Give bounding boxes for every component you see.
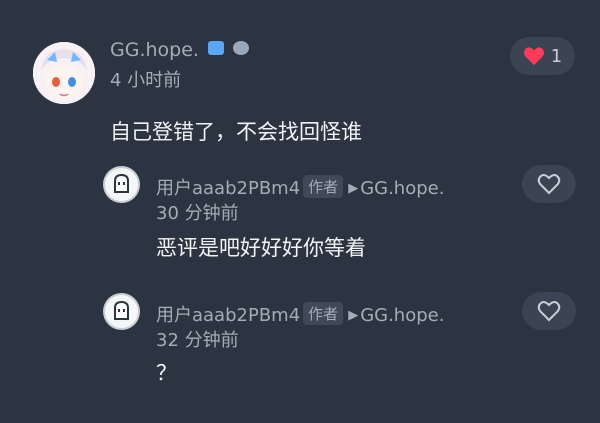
- reply-content: ？: [156, 361, 177, 385]
- comment-content: 自己登错了，不会找回怪谁: [110, 120, 362, 144]
- commenter-username-row[interactable]: GG.hope.: [110, 39, 250, 61]
- reply-time: 32 分钟前: [156, 330, 239, 351]
- reply-like-button[interactable]: [522, 165, 576, 203]
- reply-arrow-icon: ▶: [348, 181, 359, 196]
- like-button[interactable]: 1: [510, 37, 575, 75]
- author-tag: 作者: [303, 302, 344, 325]
- reply-header: 用户aaab2PBm4 作者 ▶ GG.hope.: [156, 301, 444, 327]
- heart-outline-icon: [537, 174, 561, 195]
- like-count: 1: [550, 45, 563, 67]
- heart-filled-icon: [523, 47, 544, 66]
- reply-avatar[interactable]: [105, 168, 138, 201]
- reply-username[interactable]: 用户aaab2PBm4: [156, 178, 300, 199]
- reply-username[interactable]: 用户aaab2PBm4: [156, 305, 300, 326]
- reply-header: 用户aaab2PBm4 作者 ▶ GG.hope.: [156, 174, 444, 200]
- reply-arrow-icon: ▶: [348, 308, 359, 323]
- heart-outline-icon: [537, 301, 561, 322]
- commenter-username[interactable]: GG.hope.: [110, 39, 199, 61]
- level-badge-icon: [233, 41, 250, 55]
- game-badge-icon: [208, 41, 224, 55]
- reply-to-username[interactable]: GG.hope.: [360, 178, 444, 199]
- reply-time: 30 分钟前: [156, 203, 239, 224]
- reply-content: 恶评是吧好好好你等着: [156, 236, 366, 260]
- author-tag: 作者: [303, 175, 344, 198]
- reply-like-button[interactable]: [522, 292, 576, 330]
- reply-to-username[interactable]: GG.hope.: [360, 305, 444, 326]
- commenter-avatar[interactable]: [33, 42, 95, 104]
- comment-time: 4 小时前: [110, 70, 182, 91]
- reply-avatar[interactable]: [105, 295, 138, 328]
